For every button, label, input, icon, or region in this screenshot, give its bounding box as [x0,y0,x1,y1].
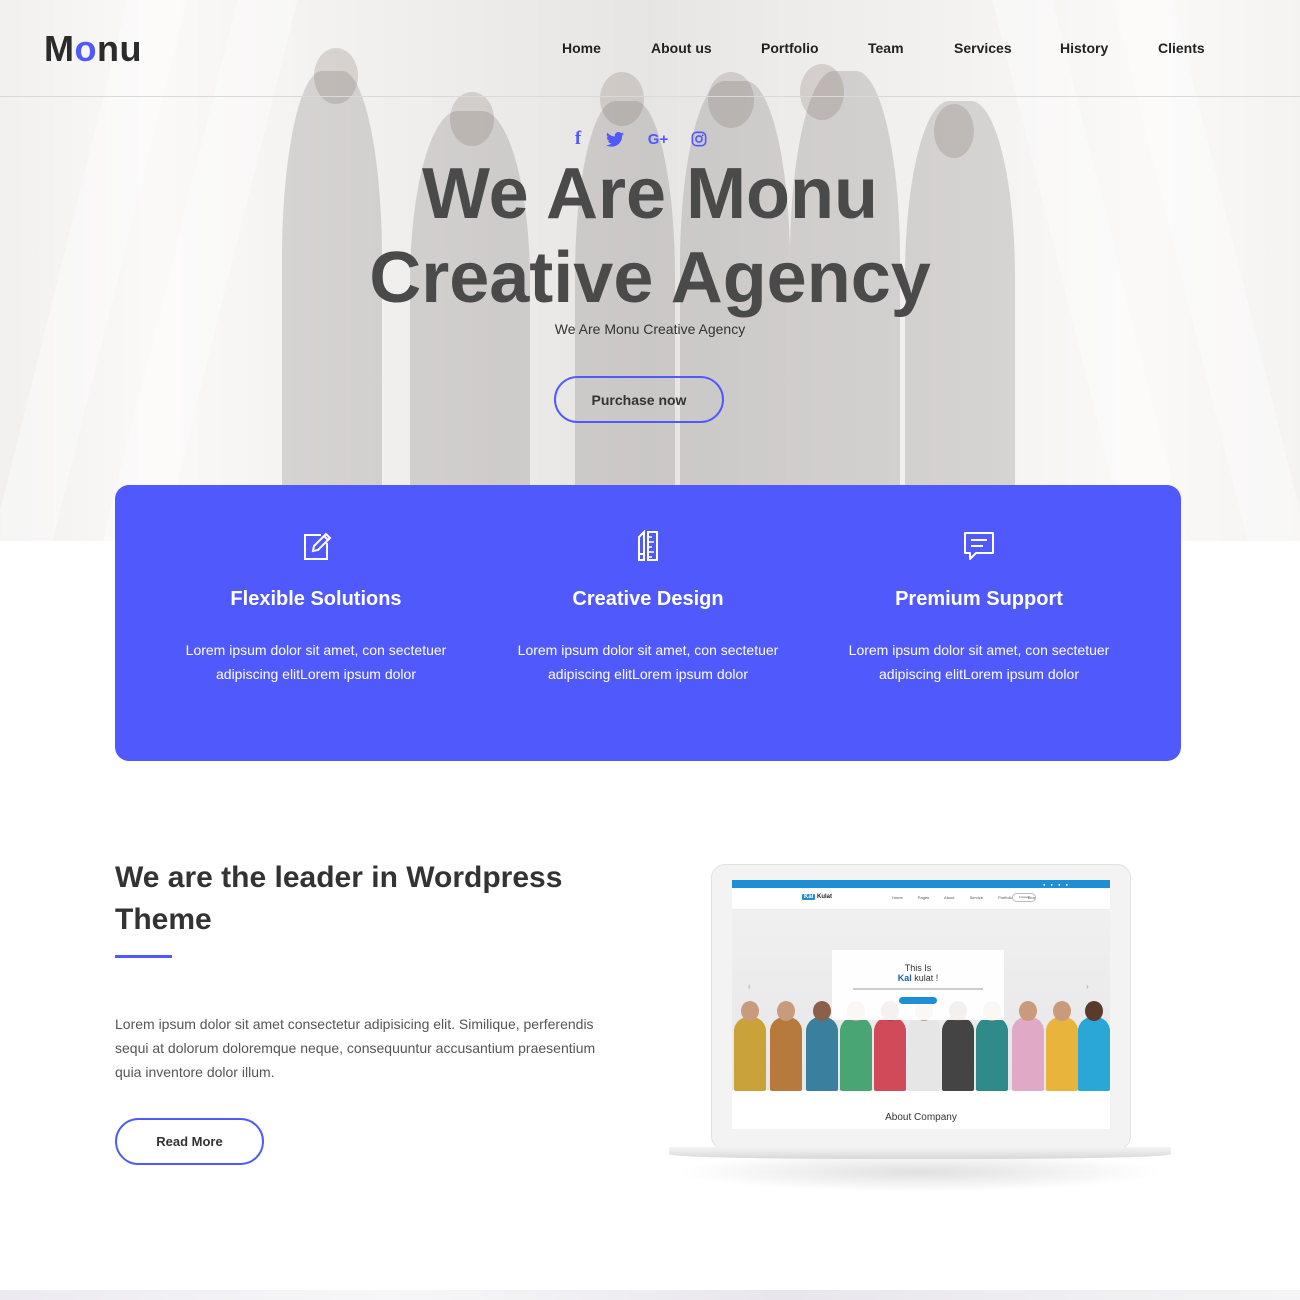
screen-menu-item: Service [969,895,983,900]
screen-person [806,1001,838,1091]
laptop-base [669,1147,1171,1159]
twitter-icon[interactable] [604,128,626,150]
feature-title: Flexible Solutions [230,588,402,610]
feature-card: Premium Support Lorem ipsum dolor sit am… [814,485,1144,761]
screen-topbar-social: ● ● ● ● [1043,882,1070,887]
feature-description-line: adipiscing elitLorem ipsum dolor [548,666,748,682]
site-logo[interactable]: Monu [44,28,142,70]
screen-person-head [741,1001,759,1021]
screen-logo: Kal Kulat [802,894,832,900]
read-more-button[interactable]: Read More [115,1118,264,1165]
screen-person [734,1001,766,1091]
feature-description-line: Lorem ipsum dolor sit amet, con sectetue… [848,642,1110,658]
design-tools-icon [638,529,658,561]
about-title: We are the leader in Wordpress Theme [115,857,635,941]
feature-description-line: Lorem ipsum dolor sit amet, con sectetue… [517,642,779,658]
feature-description: Lorem ipsum dolor sit amet, con sectetue… [834,638,1124,686]
screen-card-small-text: This Is [904,963,932,973]
instagram-icon[interactable] [688,128,710,150]
nav-about-us[interactable]: About us [651,40,712,56]
screen-logo-badge: Kal [802,894,816,900]
screen-card-brand: Kal [897,973,912,983]
feature-description-line: adipiscing elitLorem ipsum dolor [216,666,416,682]
screen-next-arrow: › [1086,982,1089,991]
screen-logo-text: Kulat [817,894,833,900]
about-description-line: Lorem ipsum dolor sit amet consectetur a… [115,1016,594,1032]
logo-accent-letter: o [74,28,97,69]
social-links: f G+ [0,128,1300,152]
about-description: Lorem ipsum dolor sit amet consectetur a… [115,1012,620,1084]
feature-description: Lorem ipsum dolor sit amet, con sectetue… [503,638,793,686]
hero-title-line: We Are Monu [421,154,878,234]
about-description-line: quia inventore dolor illum. [115,1064,275,1080]
feature-card: Flexible Solutions Lorem ipsum dolor sit… [151,485,481,761]
purchase-now-button[interactable]: Purchase now [554,376,724,423]
instagram-icon-glyph [691,131,707,147]
feature-description-line: adipiscing elitLorem ipsum dolor [879,666,1079,682]
screen-card-big-text: Kal kulat ! [832,973,1004,984]
screen-menu-item: Portfolio [998,895,1013,900]
screen-person-head [1085,1001,1103,1021]
screen-person [1012,1001,1044,1091]
screen-hero-card: This Is Kal kulat ! [832,950,1004,1020]
screen-topbar: ● ● ● ● [732,880,1110,888]
nav-clients[interactable]: Clients [1158,40,1205,56]
edit-icon [304,532,332,560]
screen-card-button [899,997,937,1004]
title-underline [115,955,172,958]
screen-person [976,1001,1008,1091]
nav-portfolio[interactable]: Portfolio [761,40,819,56]
laptop-screen: ● ● ● ● Kal Kulat Home Pages About Servi… [732,880,1110,1129]
screen-person-head [777,1001,795,1021]
screen-prev-arrow: ‹ [748,982,751,991]
nav-history[interactable]: History [1060,40,1108,56]
feature-description-line: Lorem ipsum dolor sit amet, con sectetue… [185,642,447,658]
hero-subtitle: We Are Monu Creative Agency [554,321,746,337]
screen-person [874,1001,906,1091]
about-title-line: Theme [115,903,212,936]
site-header: Monu Home About us Portfolio Team Servic… [0,0,1300,97]
screen-menu-item: Pages [917,895,930,900]
screen-menu-item: Home [892,895,903,900]
features-panel: Flexible Solutions Lorem ipsum dolor sit… [115,485,1181,761]
screen-person [908,1001,940,1091]
screen-person [840,1001,872,1091]
screen-person [1078,1001,1110,1091]
hero-title-line: Creative Agency [369,238,931,318]
twitter-icon-glyph [606,131,624,147]
about-description-line: sequi at dolorum doloremque neque, conse… [115,1040,596,1056]
screen-contact-button: Contact [1012,893,1036,902]
screen-person [1046,1001,1078,1091]
screen-card-text-line [853,988,983,990]
screen-person-head [1053,1001,1071,1021]
next-section-edge [0,1290,1300,1300]
screen-person-head [813,1001,831,1021]
nav-services[interactable]: Services [954,40,1012,56]
google-plus-icon[interactable]: G+ [646,128,670,150]
nav-home[interactable]: Home [562,40,601,56]
facebook-icon[interactable]: f [567,128,589,150]
feature-description: Lorem ipsum dolor sit amet, con sectetue… [171,638,461,686]
feature-title: Premium Support [895,588,1063,610]
screen-person [770,1001,802,1091]
feature-title: Creative Design [572,588,724,610]
screen-nav: Kal Kulat Home Pages About Service Portf… [732,888,1110,910]
hero-section: Monu Home About us Portfolio Team Servic… [0,0,1300,541]
logo-text: M [44,28,75,69]
feature-card: Creative Design Lorem ipsum dolor sit am… [483,485,813,761]
nav-team[interactable]: Team [868,40,904,56]
laptop-mockup: ● ● ● ● Kal Kulat Home Pages About Servi… [665,862,1175,1192]
about-title-line: We are the leader in Wordpress [115,861,563,894]
screen-person-head [1019,1001,1037,1021]
logo-text: nu [97,28,142,69]
screen-section-title: About Company [885,1112,957,1123]
screen-card-rest: kulat ! [914,973,939,983]
chat-icon [964,532,994,560]
screen-hero: This Is Kal kulat ! ‹ › [732,910,1110,1091]
screen-person [942,1001,974,1091]
screen-menu-item: About [944,895,955,900]
hero-title: We Are Monu Creative Agency [0,152,1300,320]
